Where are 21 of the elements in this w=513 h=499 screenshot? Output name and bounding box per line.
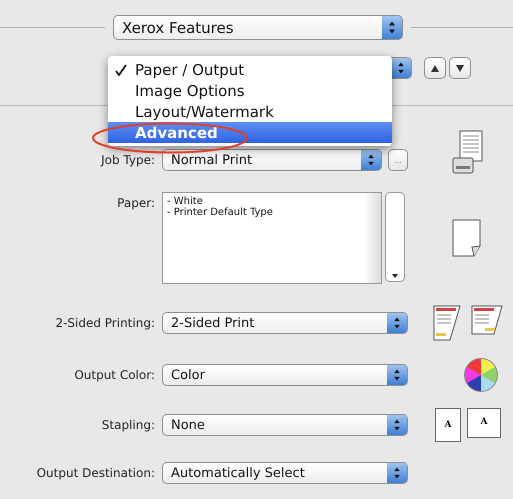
page-preview-icon: A	[467, 408, 501, 438]
menu-item[interactable]: Layout/Watermark	[108, 101, 392, 122]
menu-item[interactable]: Image Options	[108, 80, 392, 101]
popup-button[interactable]: None	[162, 414, 408, 436]
field-label: Job Type:	[101, 153, 155, 167]
popup-button[interactable]: Normal Print	[162, 149, 382, 171]
popup-button[interactable]: 2-Sided Print	[162, 312, 408, 334]
menu-item[interactable]: Advanced	[108, 122, 392, 143]
popup-button[interactable]: Color	[162, 364, 408, 386]
paper-list[interactable]: - White - Printer Default Type	[162, 192, 382, 284]
menu-item[interactable]: Paper / Output	[108, 59, 392, 80]
list-item[interactable]: - Printer Default Type	[167, 207, 359, 218]
field-label: Output Destination:	[36, 466, 155, 480]
field-label: 2-Sided Printing:	[55, 316, 155, 330]
field-label: Paper:	[117, 195, 155, 210]
field-label: Stapling:	[102, 418, 155, 432]
list-item[interactable]: - White	[167, 196, 359, 207]
field-label: Output Color:	[74, 368, 155, 382]
page-preview-icon: A	[435, 408, 461, 442]
popup-button[interactable]: Automatically Select	[162, 462, 408, 484]
popup-button[interactable]: Xerox Features	[113, 15, 403, 40]
